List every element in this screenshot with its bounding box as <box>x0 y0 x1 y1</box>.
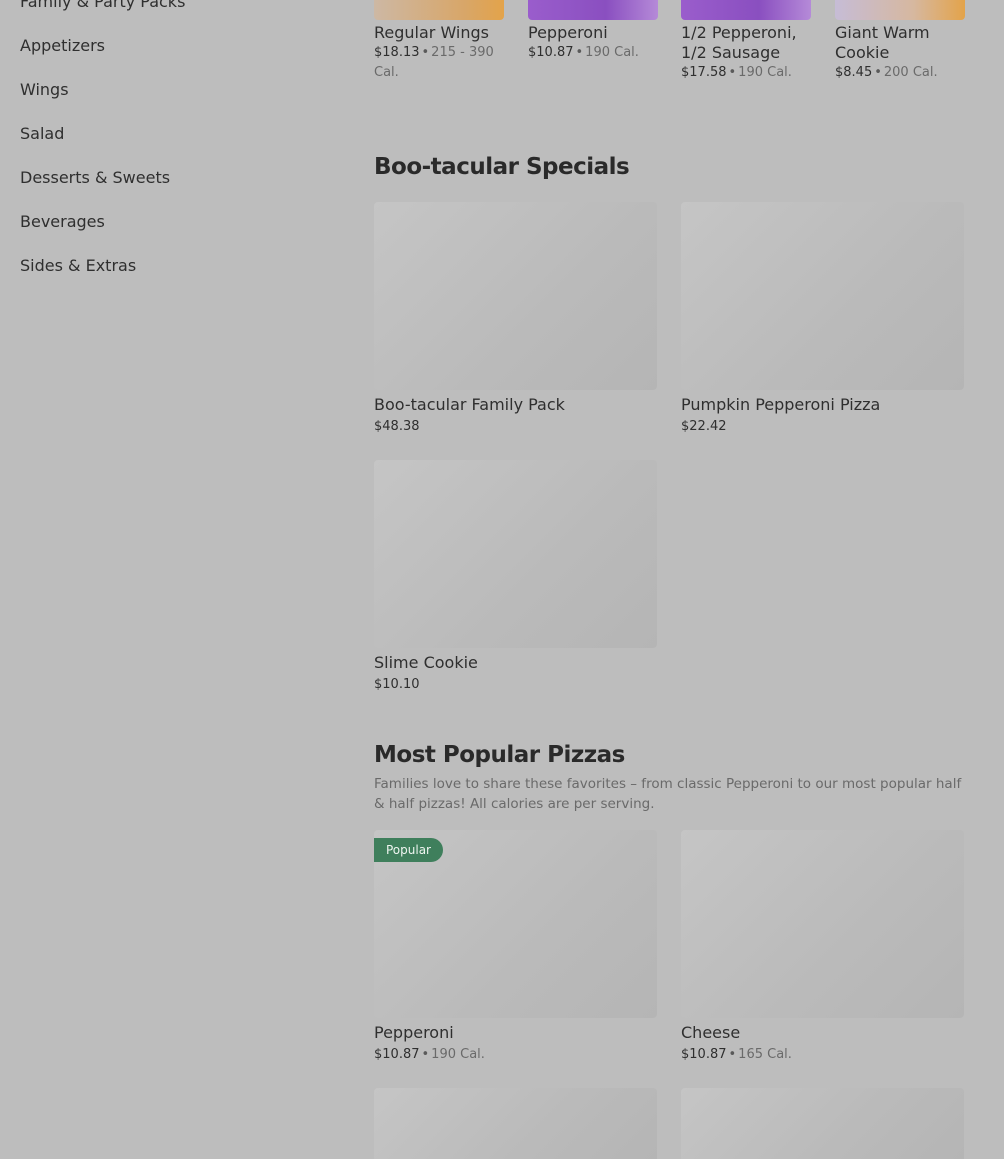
item-meta: $22.42 <box>681 417 964 437</box>
item-thumbnail <box>528 0 658 20</box>
item-meta: $48.38 <box>374 417 657 437</box>
menu-item-card[interactable] <box>681 1088 964 1159</box>
item-name: Pepperoni <box>374 1023 454 1042</box>
item-meta: $10.10 <box>374 675 657 695</box>
top-item-row: Regular Wings $18.13 • 215 - 390 Cal. Pepp… <box>374 0 965 100</box>
menu-item-card[interactable]: Boo-tacular Family Pack $48.38 <box>374 202 657 437</box>
item-thumbnail <box>835 0 965 20</box>
separator-dot: • <box>728 1047 737 1062</box>
section-description: Families love to share these favorites –… <box>374 776 962 812</box>
item-price: $10.87 <box>681 1047 727 1062</box>
item-meta: $18.13 • 215 - 390 Cal. <box>374 43 504 83</box>
item-calories: 200 Cal. <box>883 65 938 80</box>
menu-item-card[interactable] <box>374 1088 657 1159</box>
item-price: $10.87 <box>528 45 574 60</box>
menu-item-card[interactable]: Popular Pepperoni $10.87 • 190 Cal. <box>374 830 657 1065</box>
item-name: Cheese <box>681 1023 741 1042</box>
item-image <box>681 202 964 390</box>
item-name: Regular Wings <box>374 23 489 42</box>
item-price: $18.13 <box>374 45 420 60</box>
item-price: $10.10 <box>374 677 420 692</box>
sidebar-item-wings[interactable]: Wings <box>20 78 320 122</box>
item-thumbnail <box>374 0 504 20</box>
separator-dot: • <box>728 65 737 80</box>
item-price: $48.38 <box>374 419 420 434</box>
separator-dot: • <box>421 45 430 60</box>
item-meta: $10.87 • 190 Cal. <box>374 1045 657 1065</box>
menu-item-card[interactable]: Slime Cookie $10.10 <box>374 460 657 695</box>
menu-item-card[interactable]: Pumpkin Pepperoni Pizza $22.42 <box>681 202 964 437</box>
sidebar-item-beverages[interactable]: Beverages <box>20 210 320 254</box>
item-calories: 165 Cal. <box>738 1047 792 1062</box>
menu-item-card[interactable]: Cheese $10.87 • 165 Cal. <box>681 830 964 1065</box>
item-meta: $17.58 • 190 Cal. <box>681 63 811 83</box>
item-meta: $10.87 • 165 Cal. <box>681 1045 964 1065</box>
menu-item-card[interactable]: 1/2 Pepperoni, 1/2 Sausage $17.58 • 190 Ca… <box>681 0 811 83</box>
item-calories: 190 Cal. <box>431 1047 485 1062</box>
item-meta: $10.87 • 190 Cal. <box>528 43 658 63</box>
popular-badge: Popular <box>374 838 443 862</box>
item-calories: 190 Cal. <box>585 45 639 60</box>
item-name: 1/2 Pepperoni, 1/2 Sausage <box>681 23 797 62</box>
sidebar-item-family-party-packs[interactable]: Family & Party Packs <box>20 0 320 34</box>
separator-dot: • <box>575 45 584 60</box>
item-price: $8.45 <box>835 65 873 80</box>
menu-item-card[interactable]: Pepperoni $10.87 • 190 Cal. <box>528 0 658 63</box>
item-image <box>374 1088 657 1159</box>
item-image <box>374 202 657 390</box>
section-title-popular: Most Popular Pizzas <box>374 742 625 768</box>
sidebar-item-desserts-sweets[interactable]: Desserts & Sweets <box>20 166 320 210</box>
item-image: Popular <box>374 830 657 1018</box>
section-title-specials: Boo-tacular Specials <box>374 154 630 180</box>
sidebar-item-appetizers[interactable]: Appetizers <box>20 34 320 78</box>
item-thumbnail <box>681 0 811 20</box>
item-name: Boo-tacular Family Pack <box>374 395 565 414</box>
sidebar-item-salad[interactable]: Salad <box>20 122 320 166</box>
item-name: Pepperoni <box>528 23 608 42</box>
menu-item-card[interactable]: Giant Warm Cookie $8.45 • 200 Cal. <box>835 0 965 83</box>
menu-item-card[interactable]: Regular Wings $18.13 • 215 - 390 Cal. <box>374 0 504 83</box>
item-image <box>681 830 964 1018</box>
category-sidebar: Family & Party Packs Appetizers Wings Sa… <box>20 0 320 298</box>
sidebar-item-sides-extras[interactable]: Sides & Extras <box>20 254 320 298</box>
separator-dot: • <box>874 65 882 80</box>
item-name: Giant Warm Cookie <box>835 23 930 62</box>
item-price: $10.87 <box>374 1047 420 1062</box>
item-name: Pumpkin Pepperoni Pizza <box>681 395 881 414</box>
item-image <box>681 1088 964 1159</box>
item-calories: 190 Cal. <box>738 65 792 80</box>
item-name: Slime Cookie <box>374 653 478 672</box>
item-meta: $8.45 • 200 Cal. <box>835 63 965 83</box>
item-image <box>374 460 657 648</box>
item-price: $17.58 <box>681 65 727 80</box>
separator-dot: • <box>421 1047 430 1062</box>
item-price: $22.42 <box>681 419 727 434</box>
